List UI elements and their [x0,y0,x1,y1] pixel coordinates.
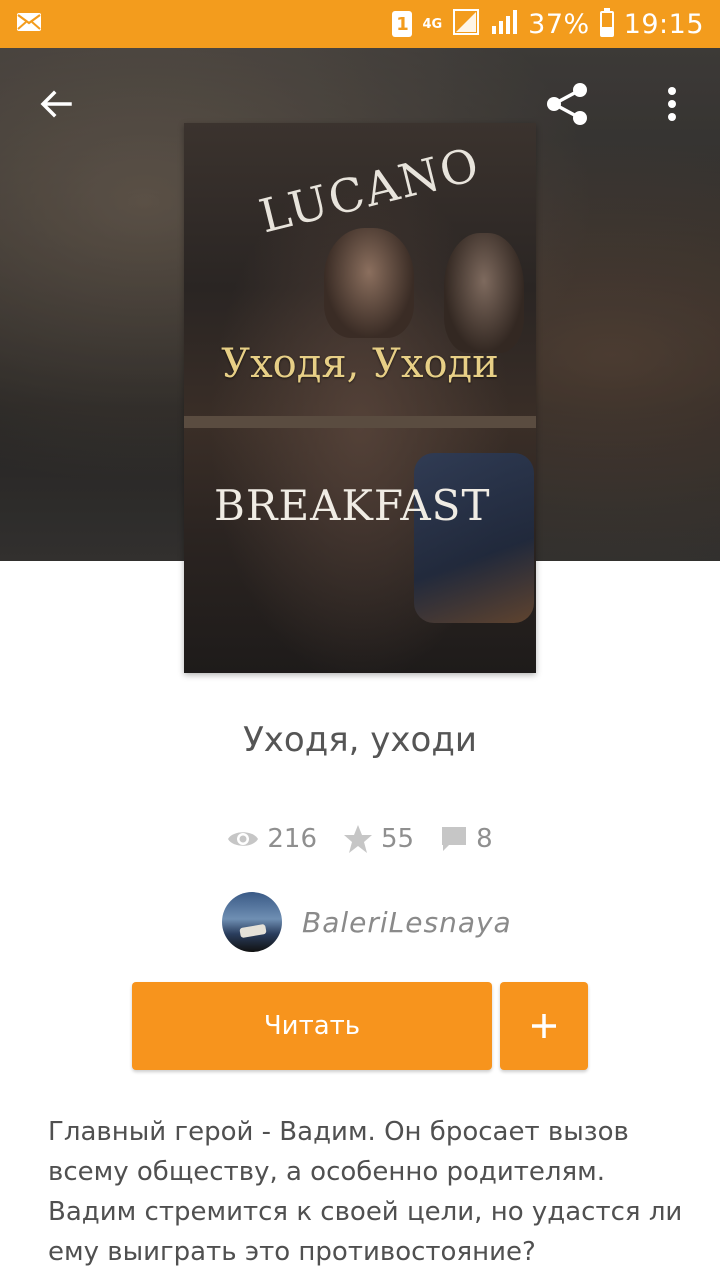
mail-icon [16,12,42,36]
read-button[interactable]: Читать [132,982,492,1070]
more-vert-icon [668,87,676,121]
plus-icon [532,1014,556,1038]
book-cover[interactable]: LUCANO Уходя, Уходи BREAKFAST [184,123,536,673]
battery-icon [599,8,614,37]
author-link[interactable]: BaleriLesnaya [222,892,512,952]
sim-slot-badge: 1 [392,11,413,37]
author-name[interactable]: BaleriLesnaya [302,906,512,939]
signal-icon [452,8,480,40]
network-type: 4G [422,16,443,32]
book-description: Главный герой - Вадим. Он бросает вызов … [48,1117,683,1267]
add-to-library-button[interactable] [500,982,588,1070]
views-count: 216 [267,824,317,854]
cover-figure [444,233,524,353]
arrow-back-icon [40,90,72,118]
share-button[interactable] [543,78,591,130]
book-title: Уходя, уходи [243,720,477,760]
more-options-button[interactable] [648,78,696,130]
votes-stat: 55 [343,824,414,854]
battery-percent: 37% [528,8,590,40]
avatar[interactable] [222,892,282,952]
cover-figure [324,228,414,338]
cover-sign-bottom: BREAKFAST [214,481,491,530]
cell-signal-icon [490,8,518,40]
cover-table [184,416,536,428]
eye-icon [228,832,259,846]
comments-count: 8 [476,824,493,854]
back-button[interactable] [32,78,80,130]
share-icon [547,83,587,125]
cover-figure [414,453,534,623]
star-icon [344,825,372,853]
clock: 19:15 [623,8,704,40]
status-bar: 1 4G 37% 19:15 [0,0,720,48]
book-stats: 216 55 8 [0,824,720,854]
views-stat: 216 [227,824,317,854]
read-button-label: Читать [263,1011,361,1041]
comments-stat: 8 [440,824,493,854]
votes-count: 55 [381,824,415,854]
comment-icon [442,827,467,851]
cover-title: Уходя, Уходи [221,341,499,387]
